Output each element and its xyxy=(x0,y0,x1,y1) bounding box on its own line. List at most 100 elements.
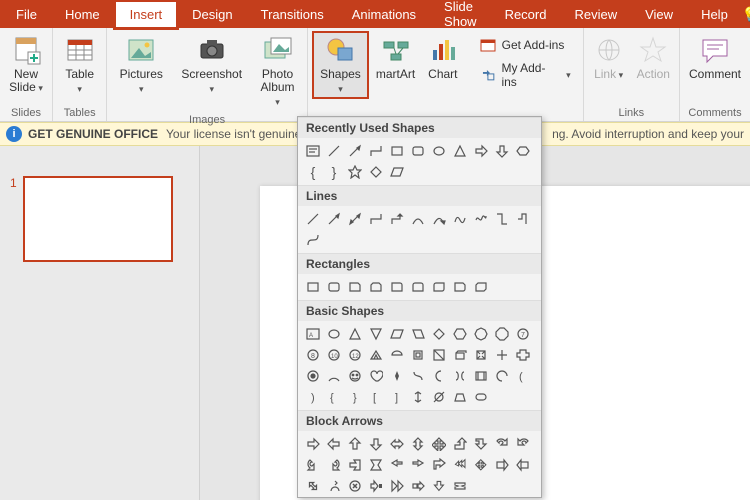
shape-rectangle[interactable] xyxy=(388,142,406,160)
tab-review[interactable]: Review xyxy=(560,2,631,27)
tab-file[interactable]: File xyxy=(2,2,51,27)
tab-animations[interactable]: Animations xyxy=(338,2,430,27)
shape-arrow-24[interactable] xyxy=(346,477,364,495)
shape-arrow-22[interactable] xyxy=(304,477,322,495)
shape-basic-20[interactable] xyxy=(493,346,511,364)
shape-round-rect[interactable] xyxy=(325,278,343,296)
shape-rounded-rect[interactable] xyxy=(409,142,427,160)
shape-snip-diag-rect[interactable] xyxy=(472,278,490,296)
shape-basic-8[interactable] xyxy=(472,325,490,343)
tab-record[interactable]: Record xyxy=(491,2,561,27)
shape-rect[interactable] xyxy=(304,278,322,296)
shape-basic-30[interactable] xyxy=(472,367,490,385)
shape-basic-24[interactable] xyxy=(346,367,364,385)
shape-basic-21[interactable] xyxy=(514,346,532,364)
shape-snip-rect[interactable] xyxy=(346,278,364,296)
shape-basic-3[interactable] xyxy=(367,325,385,343)
shape-basic-35[interactable]: } xyxy=(346,388,364,406)
shape-arrow-4[interactable] xyxy=(388,435,406,453)
shape-connector-3[interactable] xyxy=(514,210,532,228)
shape-basic-2[interactable] xyxy=(346,325,364,343)
shape-snip2-rect[interactable] xyxy=(367,278,385,296)
tab-insert[interactable]: Insert xyxy=(114,0,179,29)
shape-hexagon[interactable] xyxy=(514,142,532,160)
pictures-button[interactable]: Pictures xyxy=(111,31,171,99)
shape-arrow-15[interactable] xyxy=(388,456,406,474)
shape-arrow-3[interactable] xyxy=(367,435,385,453)
shape-basic-15[interactable] xyxy=(388,346,406,364)
shape-line-double-arrow[interactable] xyxy=(346,210,364,228)
shape-scribble[interactable] xyxy=(472,210,490,228)
shape-arrow-9[interactable] xyxy=(493,435,511,453)
shape-arrow-16[interactable] xyxy=(409,456,427,474)
shape-basic-19[interactable] xyxy=(472,346,490,364)
shape-basic-34[interactable]: { xyxy=(325,388,343,406)
smartart-button[interactable]: martArt xyxy=(371,31,420,84)
shape-round1-rect[interactable] xyxy=(388,278,406,296)
shape-basic-40[interactable] xyxy=(451,388,469,406)
tab-transitions[interactable]: Transitions xyxy=(247,2,338,27)
my-addins-button[interactable]: My Add-ins ▾ xyxy=(478,59,573,91)
tab-design[interactable]: Design xyxy=(178,2,246,27)
shape-basic-36[interactable]: [ xyxy=(367,388,385,406)
thumbnail-1[interactable]: 1 xyxy=(10,176,189,262)
shape-oval[interactable] xyxy=(430,142,448,160)
shape-basic-39[interactable] xyxy=(430,388,448,406)
shape-elbow-arrow[interactable] xyxy=(388,210,406,228)
shape-basic-12[interactable]: 10 xyxy=(325,346,343,364)
shape-arrow-20[interactable] xyxy=(493,456,511,474)
shape-basic-11[interactable]: 8 xyxy=(304,346,322,364)
shape-basic-41[interactable] xyxy=(472,388,490,406)
shape-arrow-0[interactable] xyxy=(304,435,322,453)
shape-arrow-10[interactable] xyxy=(514,435,532,453)
thumbnail-preview[interactable] xyxy=(23,176,173,262)
shape-star[interactable] xyxy=(346,163,364,181)
shape-round2-rect[interactable] xyxy=(409,278,427,296)
tab-view[interactable]: View xyxy=(631,2,687,27)
tab-help[interactable]: Help xyxy=(687,2,742,27)
shape-arrow-26[interactable] xyxy=(388,477,406,495)
shapes-dropdown[interactable]: Recently Used Shapes { } Lines xyxy=(297,116,542,498)
shape-brace-left[interactable]: { xyxy=(304,163,322,181)
shape-arrow-23[interactable] xyxy=(325,477,343,495)
shape-basic-16[interactable] xyxy=(409,346,427,364)
shape-basic-37[interactable]: ] xyxy=(388,388,406,406)
shape-arrow-27[interactable] xyxy=(409,477,427,495)
shape-round-diag-rect[interactable] xyxy=(430,278,448,296)
shape-triangle[interactable] xyxy=(451,142,469,160)
shape-diamond[interactable] xyxy=(367,163,385,181)
shape-basic-7[interactable] xyxy=(451,325,469,343)
new-slide-button[interactable]: NewSlide xyxy=(4,31,48,98)
shape-basic-0[interactable]: A xyxy=(304,325,322,343)
shape-arrow-17[interactable] xyxy=(430,456,448,474)
shape-basic-33[interactable]: ) xyxy=(304,388,322,406)
shape-arrow-11[interactable] xyxy=(304,456,322,474)
shape-arrow-18[interactable] xyxy=(451,456,469,474)
shape-connector-4[interactable] xyxy=(304,231,322,249)
chart-button[interactable]: Chart xyxy=(422,31,464,84)
shape-arrow-7[interactable] xyxy=(451,435,469,453)
shape-curve[interactable] xyxy=(409,210,427,228)
shape-curve-arrow[interactable] xyxy=(430,210,448,228)
shape-arrow-6[interactable] xyxy=(430,435,448,453)
shape-basic-18[interactable] xyxy=(451,346,469,364)
shape-basic-22[interactable] xyxy=(304,367,322,385)
shape-arrow-2[interactable] xyxy=(346,435,364,453)
shape-basic-38[interactable] xyxy=(409,388,427,406)
shape-arrow-right[interactable] xyxy=(472,142,490,160)
shape-brace-right[interactable]: } xyxy=(325,163,343,181)
shape-basic-4[interactable] xyxy=(388,325,406,343)
shape-snip-round-rect[interactable] xyxy=(451,278,469,296)
shape-arrow-down[interactable] xyxy=(493,142,511,160)
shape-line-arrow[interactable] xyxy=(325,210,343,228)
shape-basic-5[interactable] xyxy=(409,325,427,343)
get-addins-button[interactable]: Get Add-ins xyxy=(478,35,573,55)
shape-arrow-13[interactable] xyxy=(346,456,364,474)
shape-line[interactable] xyxy=(304,210,322,228)
shape-basic-28[interactable] xyxy=(430,367,448,385)
shape-basic-31[interactable] xyxy=(493,367,511,385)
shape-parallelogram[interactable] xyxy=(388,163,406,181)
shape-arrow-29[interactable] xyxy=(451,477,469,495)
shape-basic-9[interactable] xyxy=(493,325,511,343)
shape-basic-23[interactable] xyxy=(325,367,343,385)
